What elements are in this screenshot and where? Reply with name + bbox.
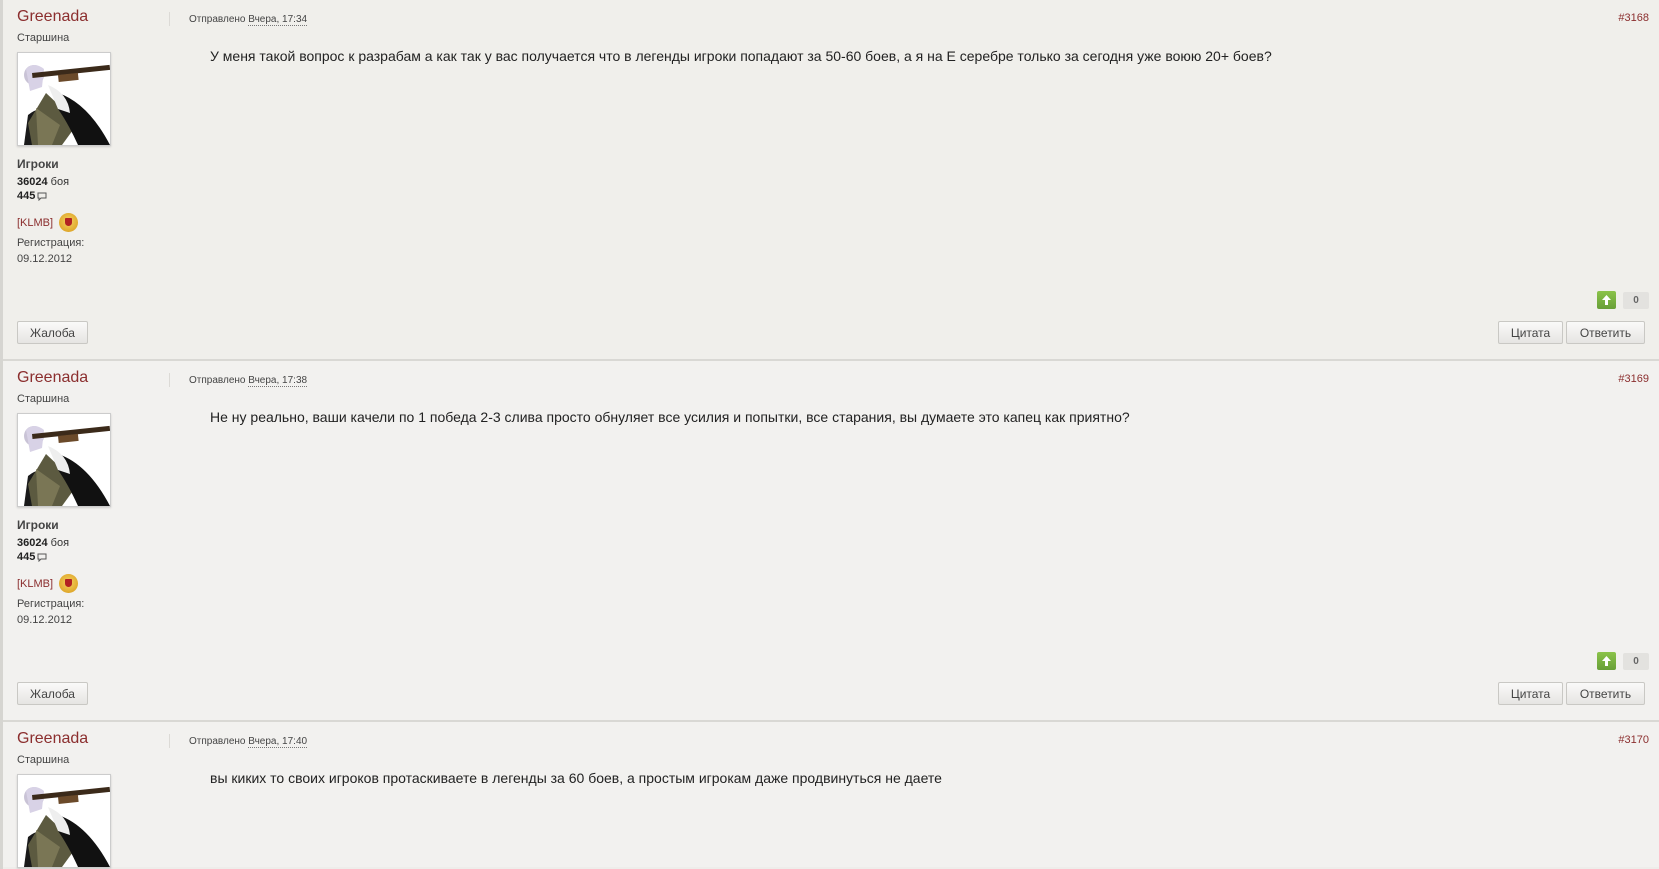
author-panel: Greenada Старшина Игроки 36024 боя 445 [… (17, 369, 167, 628)
posted-label: Отправлено (189, 14, 246, 25)
registration-label: Регистрация: (17, 598, 85, 610)
clan-row: [KLMB] (17, 574, 167, 593)
battles-stat: 36024 боя (17, 536, 167, 550)
divider (169, 734, 170, 748)
reply-button[interactable]: Ответить (1566, 321, 1645, 344)
quote-button[interactable]: Цитата (1498, 321, 1563, 344)
avatar-image-icon (18, 775, 110, 867)
battles-stat: 36024 боя (17, 175, 167, 189)
arrow-up-icon (1602, 295, 1611, 305)
comment-icon (37, 553, 47, 562)
post-meta: Отправлено Вчера, 17:40 (189, 736, 308, 748)
user-group: Игроки (17, 518, 59, 532)
clan-row: [KLMB] (17, 213, 167, 232)
battles-count: 36024 (17, 176, 48, 188)
divider (169, 373, 170, 387)
registration-label: Регистрация: (17, 237, 85, 249)
clan-emblem-icon[interactable] (59, 574, 79, 593)
author-rank: Старшина (17, 32, 70, 44)
post: Greenada Старшина Игроки 36024 боя 445 [… (3, 361, 1659, 722)
comments-stat: 445 (17, 550, 167, 564)
post-meta: Отправлено Вчера, 17:34 (189, 14, 308, 26)
battles-label: боя (50, 537, 70, 549)
post-list: Greenada Старшина Игроки 36024 боя 445 [… (0, 0, 1659, 869)
registration-info: Регистрация: 09.12.2012 (17, 235, 167, 267)
comment-icon (37, 192, 47, 201)
user-group: Игроки (17, 157, 59, 171)
clan-tag-link[interactable]: [KLMB] (17, 217, 53, 229)
avatar-image-icon (18, 53, 110, 145)
battles-count: 36024 (17, 537, 48, 549)
post-body: Не ну реально, ваши качели по 1 победа 2… (210, 409, 1130, 425)
divider (169, 12, 170, 26)
post-number-link[interactable]: #3170 (1618, 734, 1649, 746)
posted-time: Вчера, 17:40 (248, 736, 308, 748)
avatar[interactable] (17, 774, 111, 868)
author-panel: Greenada Старшина (17, 730, 167, 868)
vote-count: 0 (1623, 291, 1649, 309)
post-meta: Отправлено Вчера, 17:38 (189, 375, 308, 387)
avatar-image-icon (18, 414, 110, 506)
author-rank: Старшина (17, 393, 70, 405)
reply-button[interactable]: Ответить (1566, 682, 1645, 705)
quote-button[interactable]: Цитата (1498, 682, 1563, 705)
post-body: У меня такой вопрос к разрабам а как так… (210, 48, 1272, 64)
registration-date: 09.12.2012 (17, 614, 73, 626)
vote-count: 0 (1623, 652, 1649, 670)
post-number-link[interactable]: #3168 (1618, 12, 1649, 24)
avatar[interactable] (17, 413, 111, 507)
arrow-up-icon (1602, 656, 1611, 666)
vote-up-button[interactable] (1597, 291, 1616, 309)
registration-info: Регистрация: 09.12.2012 (17, 596, 167, 628)
comments-count: 445 (17, 551, 36, 563)
vote-widget: 0 (1597, 291, 1649, 309)
comments-stat: 445 (17, 189, 167, 203)
report-button[interactable]: Жалоба (17, 682, 88, 705)
post-number-link[interactable]: #3169 (1618, 373, 1649, 385)
comments-count: 445 (17, 190, 36, 202)
post: Greenada Старшина Отправлено Вчера, 17:4… (3, 722, 1659, 868)
post: Greenada Старшина Игроки 36024 боя 445 [… (3, 0, 1659, 361)
clan-tag-link[interactable]: [KLMB] (17, 578, 53, 590)
registration-date: 09.12.2012 (17, 253, 73, 265)
posted-time: Вчера, 17:38 (248, 375, 308, 387)
post-body: вы киких то своих игроков протаскиваете … (210, 770, 942, 786)
posted-label: Отправлено (189, 375, 246, 386)
posted-label: Отправлено (189, 736, 246, 747)
battles-label: боя (50, 176, 70, 188)
vote-widget: 0 (1597, 652, 1649, 670)
avatar[interactable] (17, 52, 111, 146)
posted-time: Вчера, 17:34 (248, 14, 308, 26)
clan-emblem-icon[interactable] (59, 213, 79, 232)
author-name-link[interactable]: Greenada (17, 8, 167, 26)
author-rank: Старшина (17, 754, 70, 766)
vote-up-button[interactable] (1597, 652, 1616, 670)
author-panel: Greenada Старшина Игроки 36024 боя 445 [… (17, 8, 167, 267)
author-name-link[interactable]: Greenada (17, 730, 167, 748)
report-button[interactable]: Жалоба (17, 321, 88, 344)
author-name-link[interactable]: Greenada (17, 369, 167, 387)
